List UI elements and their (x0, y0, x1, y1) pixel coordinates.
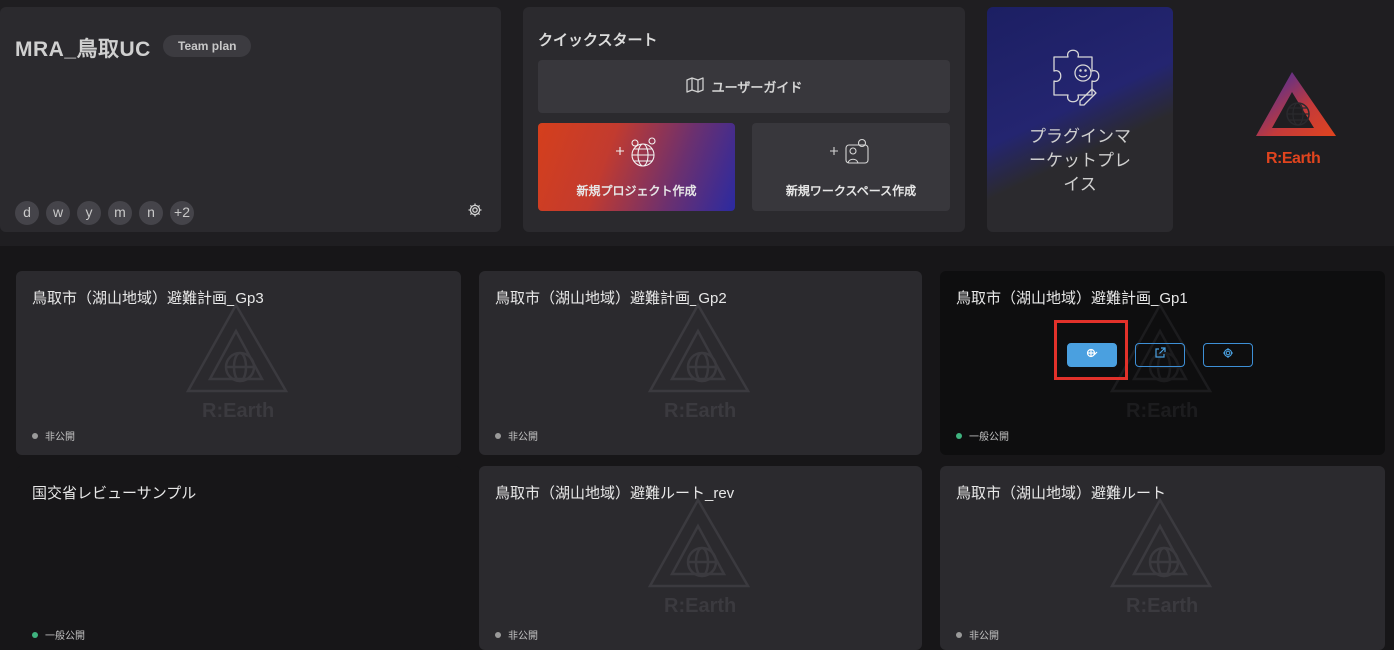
avatar[interactable]: y (77, 201, 101, 225)
reearth-logo-icon (1250, 70, 1346, 153)
status-dot (495, 432, 501, 439)
quickstart-card: クイックスタート ユーザーガイド 新規プロジェクト作成 新規ワークスペース作成 (523, 7, 965, 232)
workspace-header: MRA_鳥取UC Team plan d w y m n +2 クイックスタート (0, 0, 1394, 246)
new-project-globe-icon (538, 135, 735, 171)
quickstart-title: クイックスタート (538, 32, 658, 49)
member-avatars: d w y m n +2 (15, 201, 194, 225)
open-published-button[interactable] (1135, 343, 1185, 367)
new-project-label: 新規プロジェクト作成 (576, 184, 697, 198)
workspace-settings-gear-icon[interactable] (467, 202, 483, 218)
visibility-status: 非公開 (495, 627, 538, 642)
project-card[interactable]: 鳥取市（湖山地域）避難ルート R:Earth 非公開 (940, 466, 1385, 650)
status-label: 一般公開 (969, 432, 1009, 443)
avatar[interactable]: m (108, 201, 132, 225)
reearth-watermark-icon: R:Earth (646, 497, 756, 623)
plugin-marketplace-label: プラグインマ ーケットプレ イス (1029, 127, 1131, 194)
more-members-avatar[interactable]: +2 (170, 201, 194, 225)
watermark-text: R:Earth (664, 595, 736, 617)
plan-badge: Team plan (163, 35, 252, 57)
avatar[interactable]: d (15, 201, 39, 225)
project-title: 国交省レビューサンプル (32, 485, 197, 502)
visibility-status: 非公開 (32, 428, 75, 443)
project-settings-button[interactable] (1203, 343, 1253, 367)
plugin-marketplace-card[interactable]: プラグインマ ーケットプレ イス (987, 7, 1173, 232)
project-card[interactable]: 鳥取市（湖山地域）避難計画_Gp2 R:Earth 非公開 (479, 271, 922, 455)
status-dot (32, 432, 38, 439)
user-guide-label: ユーザーガイド (711, 80, 803, 95)
status-dot (495, 631, 501, 638)
reearth-watermark-icon: R:Earth (646, 302, 756, 428)
visibility-status: 一般公開 (956, 428, 1009, 443)
new-workspace-people-icon (752, 135, 950, 171)
new-workspace-label: 新規ワークスペース作成 (785, 184, 917, 198)
reearth-watermark-icon: R:Earth (1108, 497, 1218, 623)
workspace-name: MRA_鳥取UC (15, 38, 151, 61)
status-label: 非公開 (45, 432, 75, 443)
visibility-status: 非公開 (956, 627, 999, 642)
avatar[interactable]: n (139, 201, 163, 225)
highlight-annotation-box (1054, 320, 1128, 380)
workspace-card: MRA_鳥取UC Team plan d w y m n +2 (0, 7, 501, 232)
watermark-text: R:Earth (1126, 400, 1198, 422)
project-card[interactable]: 鳥取市（湖山地域）避難ルート_rev R:Earth 非公開 (479, 466, 922, 650)
status-label: 非公開 (508, 631, 538, 642)
settings-icon (1222, 346, 1234, 364)
status-dot (956, 432, 962, 439)
visibility-status: 一般公開 (32, 627, 85, 642)
reearth-logo-text: R:Earth (1266, 150, 1321, 167)
open-external-icon (1154, 346, 1166, 364)
project-card[interactable]: 国交省レビューサンプル 一般公開 (16, 466, 461, 650)
status-dot (32, 631, 38, 638)
puzzle-piece-icon (1050, 43, 1110, 114)
map-icon (685, 77, 704, 96)
new-workspace-button[interactable]: 新規ワークスペース作成 (752, 123, 950, 211)
watermark-text: R:Earth (202, 400, 274, 422)
status-label: 非公開 (508, 432, 538, 443)
visibility-status: 非公開 (495, 428, 538, 443)
avatar[interactable]: w (46, 201, 70, 225)
new-project-button[interactable]: 新規プロジェクト作成 (538, 123, 735, 211)
project-card-hovered[interactable]: 鳥取市（湖山地域）避難計画_Gp1 R:Earth 一般公開 (940, 271, 1385, 455)
status-label: 一般公開 (45, 631, 85, 642)
status-dot (956, 631, 962, 638)
watermark-text: R:Earth (664, 400, 736, 422)
reearth-watermark-icon: R:Earth (184, 302, 294, 428)
status-label: 非公開 (969, 631, 999, 642)
project-card[interactable]: 鳥取市（湖山地域）避難計画_Gp3 R:Earth 非公開 (16, 271, 461, 455)
user-guide-button[interactable]: ユーザーガイド (538, 60, 950, 113)
watermark-text: R:Earth (1126, 595, 1198, 617)
